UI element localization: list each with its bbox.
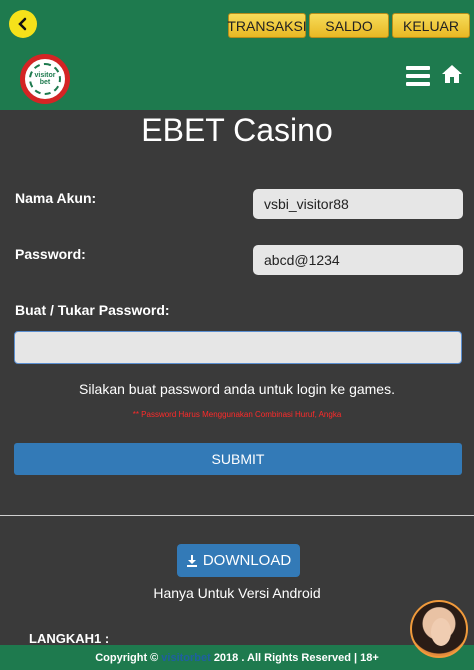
- logo-text: visitor bet: [34, 72, 56, 86]
- site-logo[interactable]: visitor bet: [20, 54, 70, 104]
- top-bar: TRANSAKSI SALDO KELUAR visitor bet: [0, 0, 474, 110]
- footer-brand[interactable]: visitorbet: [161, 652, 211, 664]
- top-actions: TRANSAKSI SALDO KELUAR: [227, 13, 470, 38]
- download-icon: [186, 554, 197, 567]
- hamburger-menu-icon[interactable]: [406, 66, 430, 86]
- account-field[interactable]: [253, 189, 463, 219]
- download-button[interactable]: DOWNLOAD: [177, 544, 300, 577]
- password-warning: ** Password Harus Menggunakan Combinasi …: [132, 410, 342, 419]
- password-field[interactable]: [253, 245, 463, 275]
- new-password-label: Buat / Tukar Password:: [15, 302, 170, 318]
- home-icon[interactable]: [441, 63, 463, 90]
- footer: Copyright © visitorbet 2018 . All Rights…: [0, 645, 474, 670]
- keluar-button[interactable]: KELUAR: [392, 13, 470, 38]
- copyright-suffix: 2018 . All Rights Reserved | 18+: [213, 651, 379, 664]
- android-note: Hanya Untuk Versi Android: [153, 585, 321, 601]
- new-password-input[interactable]: [14, 331, 462, 364]
- account-label: Nama Akun:: [15, 190, 97, 206]
- chevron-left-icon: [18, 17, 27, 31]
- back-button[interactable]: [9, 10, 37, 38]
- submit-button[interactable]: SUBMIT: [14, 443, 462, 475]
- saldo-button[interactable]: SALDO: [309, 13, 389, 38]
- step-label: LANGKAH1 :: [29, 631, 110, 646]
- transaksi-button[interactable]: TRANSAKSI: [227, 13, 307, 38]
- download-label: DOWNLOAD: [202, 552, 292, 569]
- password-label: Password:: [15, 246, 86, 262]
- live-chat-avatar[interactable]: [410, 600, 468, 658]
- divider: [0, 515, 474, 516]
- copyright-prefix: Copyright ©: [95, 651, 159, 664]
- info-text: Silakan buat password anda untuk login k…: [79, 381, 395, 397]
- page-title: EBET Casino: [141, 112, 333, 148]
